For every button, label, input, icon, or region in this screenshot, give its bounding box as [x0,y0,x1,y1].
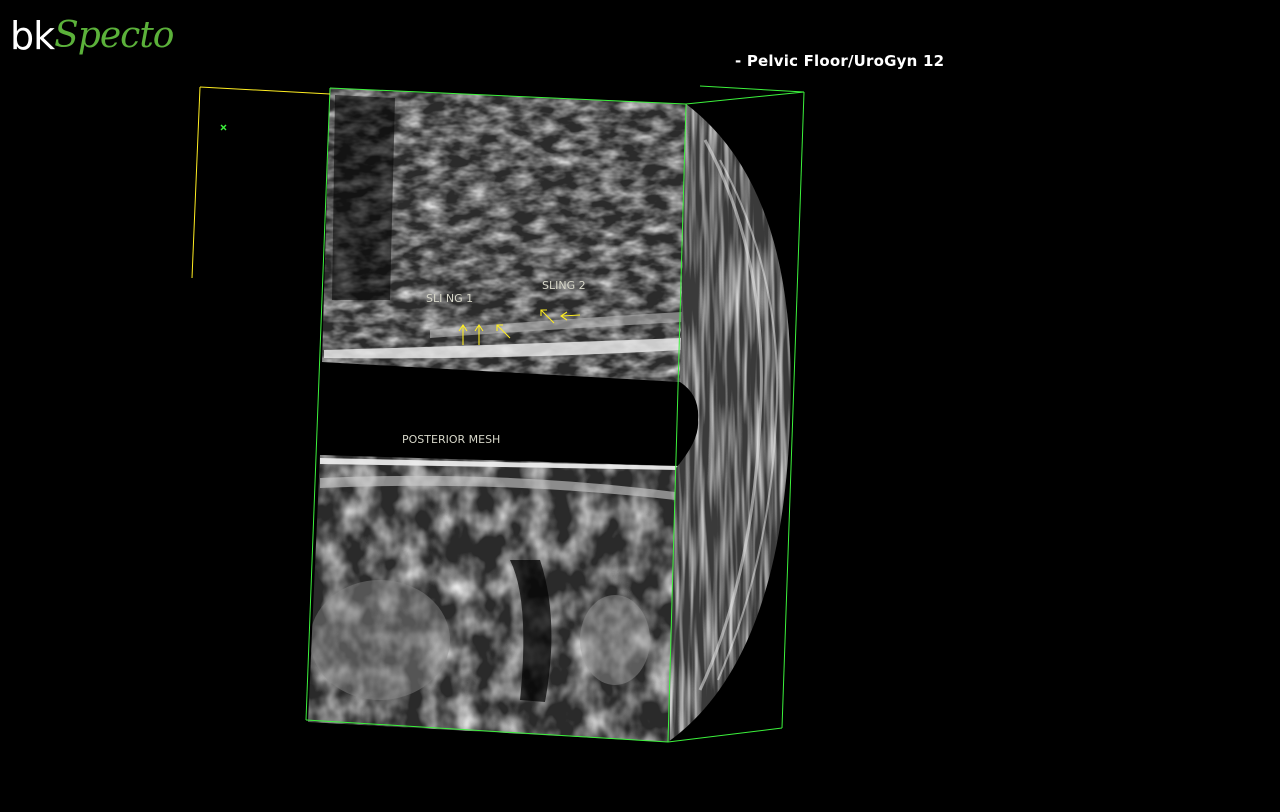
frame-edge [685,91,805,105]
sling-1-label: SLI NG 1 [426,292,473,305]
orientation-marker-icon[interactable] [220,124,227,131]
upper-scan-plane [322,88,686,382]
sling-2-label: SLING 2 [542,279,586,292]
curved-side-face [668,104,791,742]
volume-render-viewport[interactable]: SLI NG 1 SLING 2 POSTERIOR MESH [0,0,1280,812]
lower-scan-plane [308,455,678,742]
orientation-bracket [191,86,331,279]
frame-edge [699,85,805,93]
frame-edge [667,727,783,743]
posterior-mesh-label: POSTERIOR MESH [402,433,500,446]
